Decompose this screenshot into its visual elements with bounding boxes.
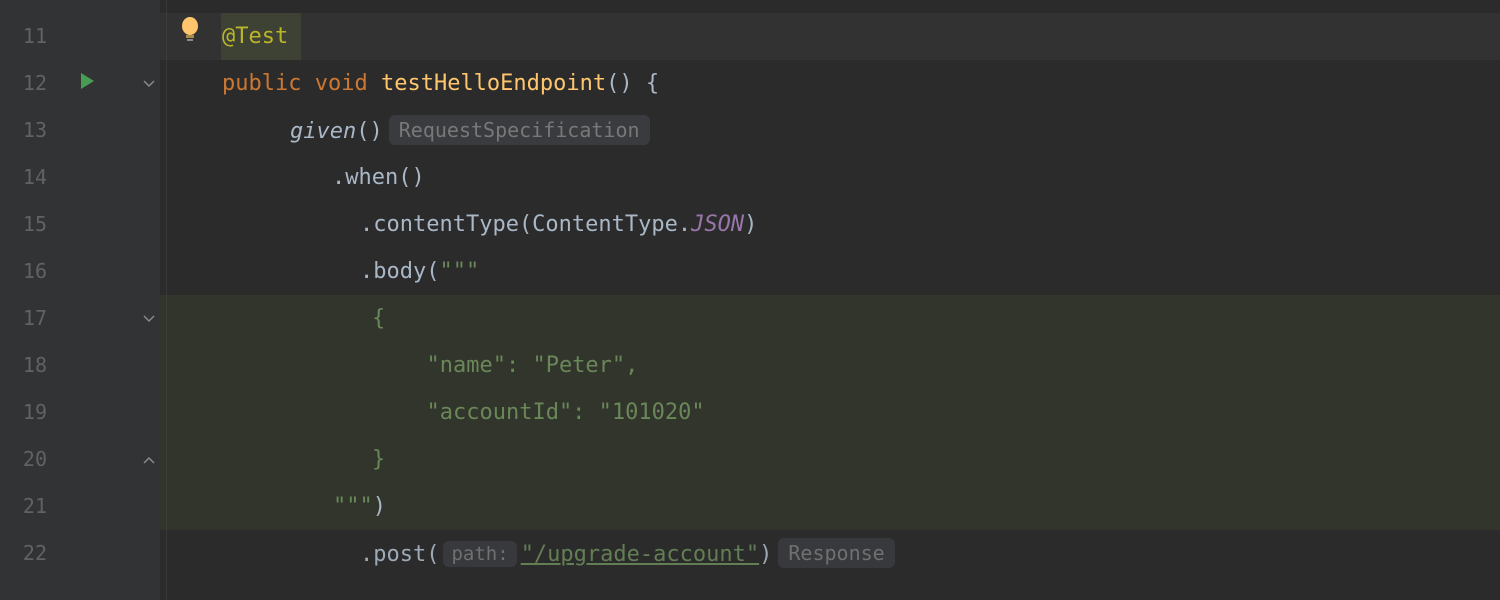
code-text: .contentType(ContentType.	[360, 212, 691, 237]
code-line[interactable]: .contentType(ContentType.JSON)	[160, 201, 1500, 248]
code-line[interactable]: "accountId": "101020"	[160, 389, 1500, 436]
string-token: """	[333, 494, 373, 519]
line-number[interactable]: 15	[0, 201, 55, 248]
lightbulb-icon[interactable]	[180, 17, 200, 49]
code-line[interactable]: {	[160, 295, 1500, 342]
string-url-token: "/upgrade-account"	[521, 542, 759, 567]
code-area[interactable]: @Test public void testHelloEndpoint() { …	[160, 0, 1500, 600]
code-text: .body(	[360, 259, 439, 284]
static-call-token: given	[290, 119, 356, 144]
code-line[interactable]: .body("""	[160, 248, 1500, 295]
line-numbers: 11 12 13 14 15 16 17 18 19 20 21 22	[0, 0, 55, 577]
line-number[interactable]: 21	[0, 483, 55, 530]
inlay-param-hint: path:	[443, 541, 516, 567]
line-number[interactable]: 12	[0, 60, 55, 107]
string-token: """	[439, 259, 479, 284]
run-test-icon[interactable]	[78, 71, 96, 96]
line-number[interactable]: 13	[0, 107, 55, 154]
inlay-type-hint: RequestSpecification	[389, 115, 650, 145]
code-line[interactable]: .when()	[160, 154, 1500, 201]
constant-token: JSON	[691, 212, 744, 237]
string-token: }	[372, 447, 385, 472]
annotation-token: @Test	[222, 24, 288, 49]
line-number[interactable]: 11	[0, 13, 55, 60]
code-editor: 11 12 13 14 15 16 17 18 19 20 21 22	[0, 0, 1500, 600]
string-token: "accountId": "101020"	[400, 400, 705, 425]
string-token: "name": "Peter",	[400, 353, 638, 378]
keyword-token: void	[315, 71, 368, 96]
method-name-token: testHelloEndpoint	[381, 71, 606, 96]
code-line[interactable]: public void testHelloEndpoint() {	[160, 60, 1500, 107]
line-number[interactable]: 16	[0, 248, 55, 295]
fold-collapse-icon[interactable]	[142, 77, 156, 91]
code-text: ()	[356, 119, 383, 144]
code-text: .when()	[332, 165, 425, 190]
code-text: )	[744, 212, 757, 237]
code-line[interactable]: given()RequestSpecification	[160, 107, 1500, 154]
line-number[interactable]: 14	[0, 154, 55, 201]
code-line[interactable]: "name": "Peter",	[160, 342, 1500, 389]
indent-guide	[166, 0, 167, 600]
string-token: {	[372, 306, 385, 331]
fold-collapse-icon[interactable]	[142, 312, 156, 326]
line-number[interactable]: 20	[0, 436, 55, 483]
fold-expand-icon[interactable]	[142, 453, 156, 467]
line-number[interactable]: 17	[0, 295, 55, 342]
code-text: )	[759, 542, 772, 567]
line-number[interactable]: 18	[0, 342, 55, 389]
code-line[interactable]: @Test	[160, 13, 1500, 60]
gutter: 11 12 13 14 15 16 17 18 19 20 21 22	[0, 0, 160, 600]
gutter-icons	[60, 0, 160, 577]
code-text: () {	[606, 71, 659, 96]
code-line[interactable]: }	[160, 436, 1500, 483]
code-line[interactable]: .post(path:"/upgrade-account")Response	[160, 530, 1500, 577]
line-number[interactable]: 22	[0, 530, 55, 577]
line-number[interactable]: 19	[0, 389, 55, 436]
inlay-type-hint: Response	[778, 538, 894, 568]
code-text: )	[373, 494, 386, 519]
code-text: .post(	[360, 542, 439, 567]
code-line[interactable]: """)	[160, 483, 1500, 530]
keyword-token: public	[222, 71, 301, 96]
